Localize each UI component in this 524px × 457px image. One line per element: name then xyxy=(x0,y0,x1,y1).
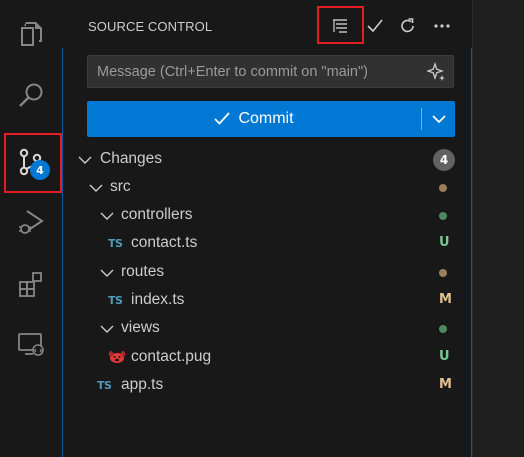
view-as-tree-icon[interactable] xyxy=(328,13,354,39)
modified-status: M xyxy=(439,292,452,307)
explorer-icon[interactable] xyxy=(0,10,62,58)
activity-bar: 4 xyxy=(0,0,62,457)
modified-dot xyxy=(439,269,447,277)
commit-dropdown-button[interactable] xyxy=(422,101,455,137)
tree-file-app-ts[interactable]: TS app.ts M xyxy=(62,372,471,400)
generate-message-sparkle-icon[interactable] xyxy=(425,60,449,84)
folder-label: views xyxy=(121,319,160,336)
tree-file-index-ts[interactable]: TS index.ts M xyxy=(62,287,471,315)
commit-message-input[interactable] xyxy=(87,55,454,88)
source-control-view: SOURCE CONTROL Commit Changes 4 xyxy=(62,0,472,457)
modified-dot xyxy=(439,184,447,192)
modified-status: M xyxy=(439,377,452,392)
tree-file-contact-pug[interactable]: contact.pug U xyxy=(62,344,471,372)
extensions-icon[interactable] xyxy=(0,260,62,308)
folder-label: src xyxy=(110,178,131,195)
file-label: contact.pug xyxy=(131,348,212,365)
commit-check-icon xyxy=(214,112,231,126)
changes-group-header[interactable]: Changes 4 xyxy=(62,146,471,174)
check-icon[interactable] xyxy=(362,13,388,39)
changes-label: Changes xyxy=(100,150,163,167)
pug-file-icon xyxy=(108,351,126,363)
editor-area xyxy=(472,0,524,457)
chevron-down-icon xyxy=(100,212,114,220)
folder-label: routes xyxy=(121,263,165,280)
commit-button[interactable]: Commit xyxy=(87,101,421,137)
remote-explorer-icon[interactable] xyxy=(0,320,62,368)
typescript-icon: TS xyxy=(108,237,123,250)
typescript-icon: TS xyxy=(97,379,112,392)
tree-folder-src[interactable]: src xyxy=(62,174,471,202)
untracked-dot xyxy=(439,212,447,220)
view-title: SOURCE CONTROL xyxy=(88,19,213,34)
more-actions-icon[interactable] xyxy=(429,13,455,39)
view-header: SOURCE CONTROL xyxy=(62,0,472,52)
chevron-down-icon xyxy=(431,115,446,124)
file-label: app.ts xyxy=(121,376,164,393)
tree-folder-controllers[interactable]: controllers xyxy=(62,202,471,230)
tree-folder-views[interactable]: views xyxy=(62,315,471,343)
chevron-down-icon xyxy=(100,325,114,333)
chevron-down-icon xyxy=(100,269,114,277)
untracked-dot xyxy=(439,325,447,333)
chevron-down-icon xyxy=(78,156,92,164)
typescript-icon: TS xyxy=(108,294,123,307)
refresh-icon[interactable] xyxy=(395,13,421,39)
untracked-status: U xyxy=(439,235,450,250)
tree-file-contact-ts[interactable]: TS contact.ts U xyxy=(62,230,471,258)
search-icon[interactable] xyxy=(0,72,62,120)
commit-button-label: Commit xyxy=(238,110,294,127)
file-label: index.ts xyxy=(131,291,185,308)
chevron-down-icon xyxy=(89,184,103,192)
untracked-status: U xyxy=(439,349,450,364)
file-label: contact.ts xyxy=(131,234,198,251)
changes-count-badge: 4 xyxy=(433,149,455,171)
tree-folder-routes[interactable]: routes xyxy=(62,259,471,287)
folder-label: controllers xyxy=(121,206,193,223)
source-control-badge: 4 xyxy=(30,160,50,180)
run-debug-icon[interactable] xyxy=(0,198,62,246)
